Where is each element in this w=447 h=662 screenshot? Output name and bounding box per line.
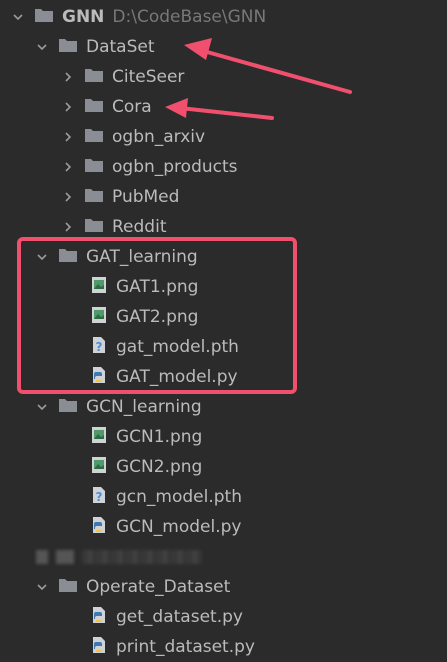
python-file-icon [90, 636, 108, 659]
chevron-right-icon[interactable] [62, 71, 74, 83]
chevron-right-icon[interactable] [62, 221, 74, 233]
tree-item-gat-model-pth[interactable]: ? gat_model.pth [0, 332, 447, 362]
chevron-right-icon[interactable] [62, 191, 74, 203]
tree-item-label: GCN_learning [86, 397, 202, 417]
chevron-right-icon[interactable] [62, 101, 74, 113]
tree-item-label: Reddit [112, 217, 167, 237]
root-label: GNN [62, 7, 105, 27]
tree-item-label: GCN_model.py [116, 517, 242, 537]
tree-item-label: GCN1.png [116, 427, 203, 447]
folder-icon [84, 157, 104, 178]
folder-icon [58, 37, 78, 58]
tree-item-gcn-learning[interactable]: GCN_learning [0, 392, 447, 422]
tree-item-label: GAT_learning [86, 247, 198, 267]
tree-item-gat-learning[interactable]: GAT_learning [0, 242, 447, 272]
blurred-label [82, 550, 202, 564]
folder-icon [84, 127, 104, 148]
chevron-down-icon[interactable] [36, 401, 48, 413]
tree-item-ogbn-arxiv[interactable]: ogbn_arxiv [0, 122, 447, 152]
tree-item-label: GAT1.png [116, 277, 199, 297]
tree-item-label: PubMed [112, 187, 180, 207]
folder-icon [84, 67, 104, 88]
tree-item-operate-dataset[interactable]: Operate_Dataset [0, 572, 447, 602]
folder-icon [84, 187, 104, 208]
unknown-file-icon: ? [90, 486, 108, 509]
chevron-down-icon[interactable] [36, 251, 48, 263]
chevron-down-icon[interactable] [12, 11, 24, 23]
folder-icon [34, 7, 54, 28]
tree-item-label: print_dataset.py [116, 637, 255, 657]
tree-root-gnn[interactable]: GNN D:\CodeBase\GNN [0, 2, 447, 32]
folder-icon [58, 577, 78, 598]
folder-icon [84, 97, 104, 118]
tree-item-label: Operate_Dataset [86, 577, 231, 597]
tree-item-dataset[interactable]: DataSet [0, 32, 447, 62]
svg-text:?: ? [96, 490, 103, 504]
tree-item-label: get_dataset.py [116, 607, 243, 627]
python-file-icon [90, 606, 108, 629]
python-file-icon [90, 366, 108, 389]
image-file-icon [90, 276, 108, 299]
chevron-right-icon[interactable] [62, 131, 74, 143]
folder-icon [84, 217, 104, 238]
tree-item-label: gcn_model.pth [116, 487, 242, 507]
tree-item-label: ogbn_arxiv [112, 127, 206, 147]
python-file-icon [90, 516, 108, 539]
tree-item-gcn2-png[interactable]: GCN2.png [0, 452, 447, 482]
folder-icon [58, 247, 78, 268]
chevron-down-icon[interactable] [36, 41, 48, 53]
tree-item-label: Cora [112, 97, 152, 117]
tree-item-cora[interactable]: Cora [0, 92, 447, 122]
tree-item-gat-model-py[interactable]: GAT_model.py [0, 362, 447, 392]
image-file-icon [90, 306, 108, 329]
tree-item-gcn1-png[interactable]: GCN1.png [0, 422, 447, 452]
tree-item-get-dataset-py[interactable]: get_dataset.py [0, 602, 447, 632]
unknown-file-icon: ? [90, 336, 108, 359]
folder-icon [58, 397, 78, 418]
tree-item-label: gat_model.pth [116, 337, 239, 357]
chevron-right-icon[interactable] [62, 161, 74, 173]
tree-item-label: CiteSeer [112, 67, 185, 87]
tree-item-gcn-model-py[interactable]: GCN_model.py [0, 512, 447, 542]
tree-item-label: GAT2.png [116, 307, 199, 327]
tree-item-print-dataset-py[interactable]: print_dataset.py [0, 632, 447, 662]
tree-item-pubmed[interactable]: PubMed [0, 182, 447, 212]
root-path: D:\CodeBase\GNN [112, 7, 267, 27]
blurred-folder-icon [56, 550, 74, 564]
image-file-icon [90, 456, 108, 479]
chevron-down-icon[interactable] [36, 581, 48, 593]
tree-item-blurred[interactable] [0, 542, 447, 572]
tree-item-label: ogbn_products [112, 157, 238, 177]
tree-item-label: GAT_model.py [116, 367, 238, 387]
tree-item-ogbn-products[interactable]: ogbn_products [0, 152, 447, 182]
tree-item-citeseer[interactable]: CiteSeer [0, 62, 447, 92]
blurred-chevron-icon [36, 550, 48, 564]
tree-item-gat2-png[interactable]: GAT2.png [0, 302, 447, 332]
project-tree: GNN D:\CodeBase\GNN DataSet CiteSeer Cor… [0, 0, 447, 662]
tree-item-gat1-png[interactable]: GAT1.png [0, 272, 447, 302]
tree-item-gcn-model-pth[interactable]: ? gcn_model.pth [0, 482, 447, 512]
svg-text:?: ? [96, 340, 103, 354]
tree-item-label: GCN2.png [116, 457, 203, 477]
tree-item-reddit[interactable]: Reddit [0, 212, 447, 242]
tree-item-label: DataSet [86, 37, 155, 57]
image-file-icon [90, 426, 108, 449]
